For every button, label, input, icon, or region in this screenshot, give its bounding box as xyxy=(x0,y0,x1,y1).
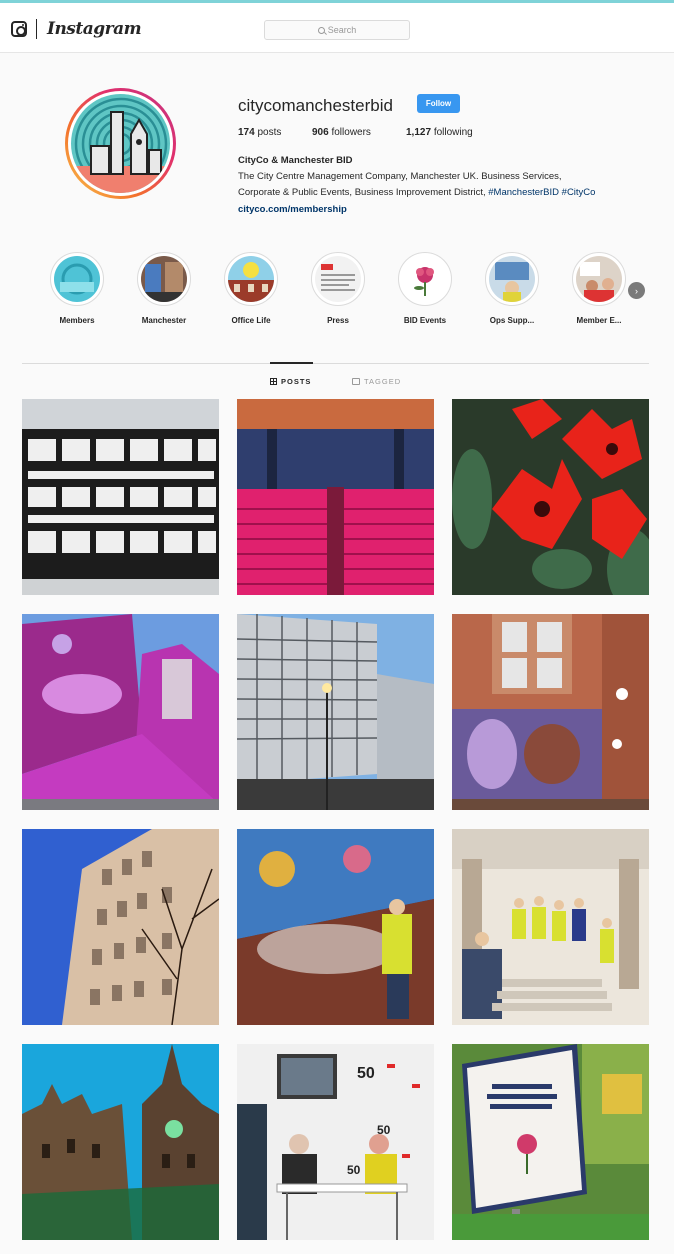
highlight-label: Press xyxy=(327,316,349,325)
posts-count-value: 174 xyxy=(238,127,255,138)
search-icon xyxy=(317,26,325,34)
bio-line-2: Corporate & Public Events, Business Impr… xyxy=(238,187,595,198)
profile-username: citycomanchesterbid xyxy=(238,96,393,115)
post-thumbnail[interactable] xyxy=(22,1044,219,1240)
post-team-photo-image xyxy=(452,829,649,1025)
highlight-label: Office Life xyxy=(231,316,271,325)
following-count-value: 1,127 xyxy=(406,127,432,138)
highlight-ops-support-thumbnail xyxy=(489,256,535,302)
followers-count-value: 906 xyxy=(312,127,329,138)
post-auditorium-image xyxy=(237,399,434,595)
following-count-label: following xyxy=(433,127,473,138)
highlight-label: Member E... xyxy=(576,316,622,325)
highlight-member-events[interactable]: Member E... xyxy=(564,252,634,325)
post-thumbnail[interactable] xyxy=(22,614,219,810)
highlight-bid-events[interactable]: BID Events xyxy=(390,252,460,325)
post-thumbnail[interactable] xyxy=(22,829,219,1025)
post-thumbnail[interactable] xyxy=(237,614,434,810)
highlight-members-thumbnail xyxy=(54,256,100,302)
top-navbar: Instagram Search xyxy=(0,3,674,53)
bio-line-2-text: Corporate & Public Events, Business Impr… xyxy=(238,187,486,198)
search-placeholder: Search xyxy=(327,25,357,35)
highlight-office-life-thumbnail xyxy=(228,256,274,302)
followers-count[interactable]: 906 followers xyxy=(312,127,371,138)
highlight-manchester-thumbnail xyxy=(141,256,187,302)
search-input[interactable]: Search xyxy=(264,20,410,40)
svg-text:50: 50 xyxy=(357,1065,375,1082)
bio-line-1: The City Centre Management Company, Manc… xyxy=(238,171,562,182)
post-interview-event-image: 505050 xyxy=(237,1044,434,1240)
post-street-cleaning-image xyxy=(237,829,434,1025)
nav-divider xyxy=(36,19,37,39)
highlight-office-life[interactable]: Office Life xyxy=(216,252,286,325)
posts-count-label: posts xyxy=(257,127,282,138)
tab-tagged-label: TAGGED xyxy=(364,377,402,386)
post-thumbnail[interactable] xyxy=(22,399,219,595)
post-graffiti-building-image xyxy=(452,614,649,810)
post-festival-sign-image xyxy=(452,1044,649,1240)
instagram-camera-icon[interactable] xyxy=(11,21,27,37)
highlights-next-arrow-icon[interactable]: › xyxy=(628,282,645,299)
post-sandstone-building-image xyxy=(22,829,219,1025)
tabs-divider xyxy=(22,363,649,364)
profile-avatar[interactable] xyxy=(65,88,176,199)
highlight-press[interactable]: Press xyxy=(303,252,373,325)
avatar-city-illustration-icon xyxy=(71,94,170,193)
highlight-members[interactable]: Members xyxy=(42,252,112,325)
post-thumbnail[interactable] xyxy=(452,614,649,810)
post-office-building-image xyxy=(237,614,434,810)
following-count[interactable]: 1,127 following xyxy=(406,127,473,138)
tab-tagged[interactable]: TAGGED xyxy=(352,377,401,386)
highlight-label: Members xyxy=(59,316,95,325)
highlight-label: Ops Supp... xyxy=(489,316,535,325)
highlight-label: BID Events xyxy=(403,316,447,325)
highlight-member-events-thumbnail xyxy=(576,256,622,302)
post-thumbnail[interactable] xyxy=(452,1044,649,1240)
highlight-ops-support[interactable]: Ops Supp... xyxy=(477,252,547,325)
follow-button[interactable]: Follow xyxy=(417,94,460,113)
highlight-label: Manchester xyxy=(141,316,187,325)
svg-text:50: 50 xyxy=(347,1163,361,1177)
highlight-press-thumbnail xyxy=(315,256,361,302)
post-town-hall-image xyxy=(22,1044,219,1240)
tag-icon xyxy=(352,378,360,385)
profile-full-name: CityCo & Manchester BID xyxy=(238,155,353,166)
tab-posts-label: POSTS xyxy=(281,377,312,386)
post-thumbnail[interactable]: 50 50 50 xyxy=(237,1044,434,1240)
post-tudor-building-image xyxy=(22,399,219,595)
post-thumbnail[interactable] xyxy=(237,399,434,595)
tab-posts[interactable]: POSTS xyxy=(270,377,311,386)
post-thumbnail[interactable] xyxy=(237,829,434,1025)
post-red-tulips-image xyxy=(452,399,649,595)
grid-icon xyxy=(270,378,277,385)
instagram-wordmark[interactable]: Instagram xyxy=(47,19,142,39)
post-thumbnail[interactable] xyxy=(452,399,649,595)
posts-count: 174 posts xyxy=(238,127,281,138)
followers-count-label: followers xyxy=(331,127,371,138)
active-tab-indicator xyxy=(270,362,313,364)
post-thumbnail[interactable] xyxy=(452,829,649,1025)
highlight-manchester[interactable]: Manchester xyxy=(129,252,199,325)
post-purple-mural-image xyxy=(22,614,219,810)
profile-website-link[interactable]: cityco.com/membership xyxy=(238,204,347,215)
bio-hashtags-link[interactable]: #ManchesterBID #CityCo xyxy=(488,187,595,198)
highlight-bid-events-thumbnail xyxy=(402,256,448,302)
